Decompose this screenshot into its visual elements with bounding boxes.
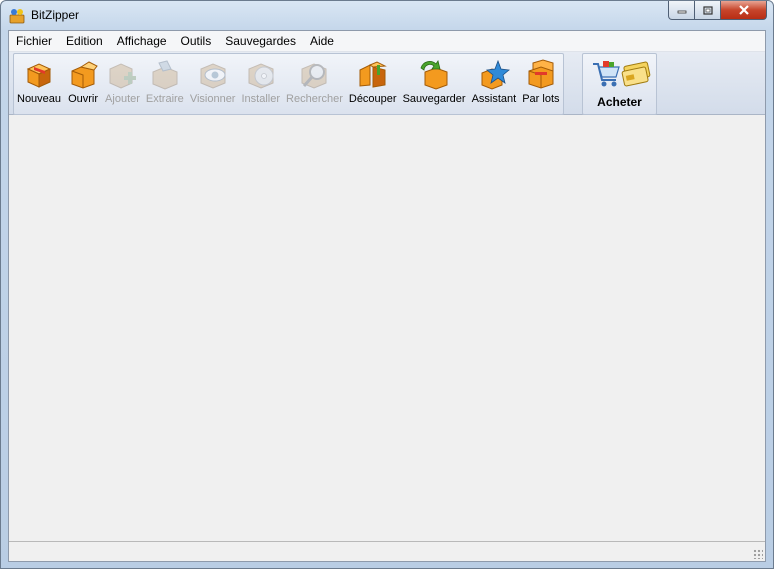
client-area: Fichier Edition Affichage Outils Sauvega… — [8, 30, 766, 562]
extract-icon — [152, 60, 178, 90]
menu-aide[interactable]: Aide — [303, 31, 341, 51]
credit-card-icon — [621, 61, 651, 87]
toolbar-button-nouveau[interactable]: Nouveau — [14, 54, 64, 114]
backup-icon — [420, 60, 448, 90]
toolbar-label-sauvegarder: Sauvegarder — [402, 93, 466, 105]
main-toolbar: Nouveau Ouvrir Ajouter Extraire Visionne… — [13, 53, 564, 115]
shopping-cart-icon — [593, 61, 620, 87]
toolbar-button-visionner[interactable]: Visionner — [187, 54, 239, 114]
menu-outils[interactable]: Outils — [174, 31, 219, 51]
search-magnifier-icon — [301, 63, 327, 89]
toolbar-label-ajouter: Ajouter — [105, 93, 140, 105]
toolbar-button-extraire[interactable]: Extraire — [143, 54, 187, 114]
menu-affichage[interactable]: Affichage — [110, 31, 174, 51]
status-bar — [9, 541, 765, 561]
archive-content-area[interactable] — [9, 115, 765, 543]
toolbar-button-decouper[interactable]: Découper — [346, 54, 400, 114]
toolbar-label-installer: Installer — [241, 93, 281, 105]
menu-sauvegardes[interactable]: Sauvegardes — [218, 31, 303, 51]
install-disc-icon — [248, 63, 274, 89]
toolbar-area: Nouveau Ouvrir Ajouter Extraire Visionne… — [9, 52, 765, 115]
toolbar-button-ouvrir[interactable]: Ouvrir — [64, 54, 102, 114]
menu-edition[interactable]: Edition — [59, 31, 110, 51]
toolbar-label-assistant: Assistant — [471, 93, 517, 105]
view-eye-icon — [200, 63, 226, 89]
minimize-button[interactable] — [668, 1, 695, 20]
split-archive-icon — [359, 61, 387, 88]
maximize-icon — [702, 5, 713, 15]
title-bar[interactable]: BitZipper — [1, 1, 773, 30]
batch-archive-icon — [528, 59, 554, 89]
maximize-button[interactable] — [695, 1, 721, 20]
app-window: BitZipper Fichier Edition Affichage Outi… — [0, 0, 774, 569]
resize-grip[interactable] — [753, 549, 763, 559]
close-button[interactable] — [721, 1, 767, 20]
toolbar-label-rechercher: Rechercher — [286, 93, 343, 105]
acheter-label: Acheter — [597, 95, 642, 109]
toolbar-label-decouper: Découper — [348, 93, 397, 105]
add-files-icon — [109, 63, 137, 89]
menu-fichier[interactable]: Fichier — [9, 31, 59, 51]
toolbar-button-installer[interactable]: Installer — [238, 54, 283, 114]
toolbar-label-ouvrir: Ouvrir — [68, 93, 99, 105]
toolbar-button-par-lots[interactable]: Par lots — [519, 54, 562, 114]
toolbar-button-assistant[interactable]: Assistant — [469, 54, 520, 114]
open-archive-icon — [71, 61, 98, 89]
toolbar-label-extraire: Extraire — [145, 93, 184, 105]
window-title: BitZipper — [31, 8, 80, 22]
toolbar-button-ajouter[interactable]: Ajouter — [102, 54, 143, 114]
wizard-star-icon — [481, 59, 510, 90]
toolbar-button-sauvegarder[interactable]: Sauvegarder — [400, 54, 469, 114]
bitzipper-logo-icon — [9, 9, 25, 24]
close-icon — [738, 5, 749, 15]
minimize-icon — [677, 10, 686, 14]
toolbar-button-rechercher[interactable]: Rechercher — [283, 54, 346, 114]
menu-bar: Fichier Edition Affichage Outils Sauvega… — [9, 31, 765, 52]
toolbar-label-par-lots: Par lots — [522, 93, 560, 105]
acheter-button[interactable]: Acheter — [582, 53, 657, 115]
new-archive-icon — [26, 63, 52, 88]
toolbar-label-visionner: Visionner — [189, 93, 236, 105]
toolbar-label-nouveau: Nouveau — [17, 93, 62, 105]
